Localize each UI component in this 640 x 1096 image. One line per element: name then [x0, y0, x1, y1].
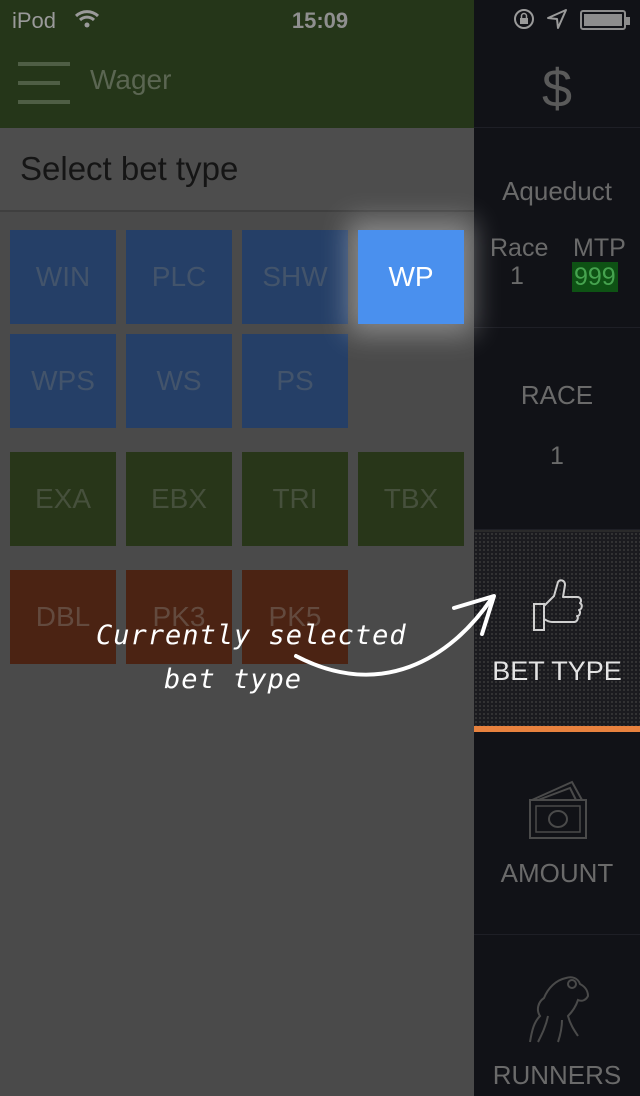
location-icon: [547, 9, 567, 29]
bet-type-label: BET TYPE: [492, 656, 622, 686]
thumbs-up-icon: [533, 579, 583, 631]
race-section-label: RACE: [520, 380, 594, 410]
mtp-label: MTP: [573, 234, 626, 262]
main-panel: Wager Select bet type WIN PLC SHW WP WPS…: [0, 0, 474, 1096]
bet-type-wps[interactable]: WPS: [10, 334, 116, 428]
rotation-lock-icon: [514, 9, 534, 29]
bet-type-tri[interactable]: TRI: [242, 452, 348, 546]
section-title: Select bet type: [20, 150, 239, 187]
sidebar-divider: [474, 934, 640, 935]
race-number: 1: [510, 262, 524, 290]
app-title: Wager: [90, 64, 172, 95]
runners-label[interactable]: RUNNERS: [474, 1060, 640, 1091]
bet-type-ws[interactable]: WS: [126, 334, 232, 428]
hamburger-menu-icon[interactable]: [18, 62, 70, 104]
track-section[interactable]: [474, 128, 640, 328]
bet-type-pk3[interactable]: PK3: [126, 570, 232, 664]
bet-type-plc[interactable]: PLC: [126, 230, 232, 324]
bet-type-shw[interactable]: SHW: [242, 230, 348, 324]
track-name: Aqueduct: [502, 176, 612, 206]
battery-icon: [580, 10, 630, 30]
amount-label[interactable]: AMOUNT: [474, 858, 640, 889]
bet-type-tbx[interactable]: TBX: [358, 452, 464, 546]
bet-type-ebx[interactable]: EBX: [126, 452, 232, 546]
bet-type-wp-selected[interactable]: WP: [358, 230, 464, 324]
status-time: 15:09: [291, 8, 349, 33]
race-section-value: 1: [550, 442, 564, 470]
bet-type-dbl[interactable]: DBL: [10, 570, 116, 664]
mtp-badge: 999: [572, 262, 618, 292]
active-indicator: [474, 726, 640, 732]
status-bar: iPod 15:09: [0, 0, 640, 40]
race-label: Race: [490, 234, 549, 262]
dollar-icon: $: [541, 59, 573, 119]
bet-type-win[interactable]: WIN: [10, 230, 116, 324]
race-section[interactable]: [474, 328, 640, 530]
bet-type-ps[interactable]: PS: [242, 334, 348, 428]
bet-type-pk5[interactable]: PK5: [242, 570, 348, 664]
horse-runners-icon: [529, 976, 590, 1043]
bet-type-exa[interactable]: EXA: [10, 452, 116, 546]
money-icon: [529, 780, 587, 839]
